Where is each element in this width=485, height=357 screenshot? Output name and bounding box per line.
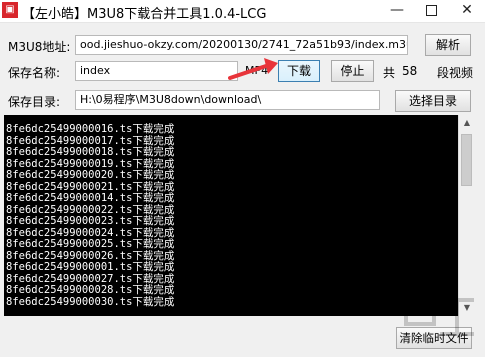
log-line: 8fe6dc25499000023.ts下载完成 [6,215,175,227]
log-line: 8fe6dc25499000018.ts下载完成 [6,146,175,158]
save-name-input[interactable]: index [75,61,238,81]
window-title: 【左小皓】M3U8下载合并工具1.0.4-LCG [22,7,267,22]
choose-dir-button[interactable]: 选择目录 [395,90,471,112]
clear-temp-files-button[interactable]: 清除临时文件 [396,327,472,349]
minimize-icon: — [390,2,404,18]
scroll-up-icon[interactable]: ▲ [459,115,475,131]
log-line: 8fe6dc25499000001.ts下载完成 [6,261,175,273]
download-button[interactable]: 下载 [278,60,320,82]
segments-suffix: 段视频 [437,66,474,80]
scroll-thumb[interactable] [461,134,472,186]
save-dir-label: 保存目录: [8,95,61,109]
stop-button[interactable]: 停止 [331,60,374,82]
log-line: 8fe6dc25499000014.ts下载完成 [6,192,175,204]
scroll-down-icon[interactable]: ▼ [459,300,475,316]
log-line: 8fe6dc25499000028.ts下载完成 [6,284,175,296]
annotation-arrow-icon [228,58,278,80]
save-dir-input[interactable]: H:\0易程序\M3U8down\download\ [75,90,380,110]
save-name-label: 保存名称: [8,66,61,80]
close-button[interactable]: ✕ [450,0,484,22]
parse-button[interactable]: 解析 [425,34,471,56]
maximize-icon [425,4,437,16]
app-icon: ▣ [2,2,18,18]
log-list: 8fe6dc25499000016.ts下载完成 8fe6dc2549900001… [6,123,175,308]
segments-count: 58 [402,64,418,78]
log-console[interactable]: 8fe6dc25499000016.ts下载完成 8fe6dc2549900001… [4,115,475,316]
maximize-button[interactable] [414,0,448,22]
log-line: 8fe6dc25499000025.ts下载完成 [6,238,175,250]
log-line: 8fe6dc25499000016.ts下载完成 [6,123,175,135]
title-bar: ▣ 【左小皓】M3U8下载合并工具1.0.4-LCG — ✕ [0,0,485,23]
minimize-button[interactable]: — [380,0,414,22]
log-line: 8fe6dc25499000020.ts下载完成 [6,169,175,181]
m3u8-label: M3U8地址: [8,40,71,54]
m3u8-url-input[interactable]: ood.jieshuo-okzy.com/20200130/2741_72a51… [75,35,408,55]
segments-prefix: 共 [383,66,396,80]
close-icon: ✕ [461,2,473,18]
log-line: 8fe6dc25499000030.ts下载完成 [6,295,175,308]
log-scrollbar[interactable]: ▲ ▼ [458,115,475,316]
